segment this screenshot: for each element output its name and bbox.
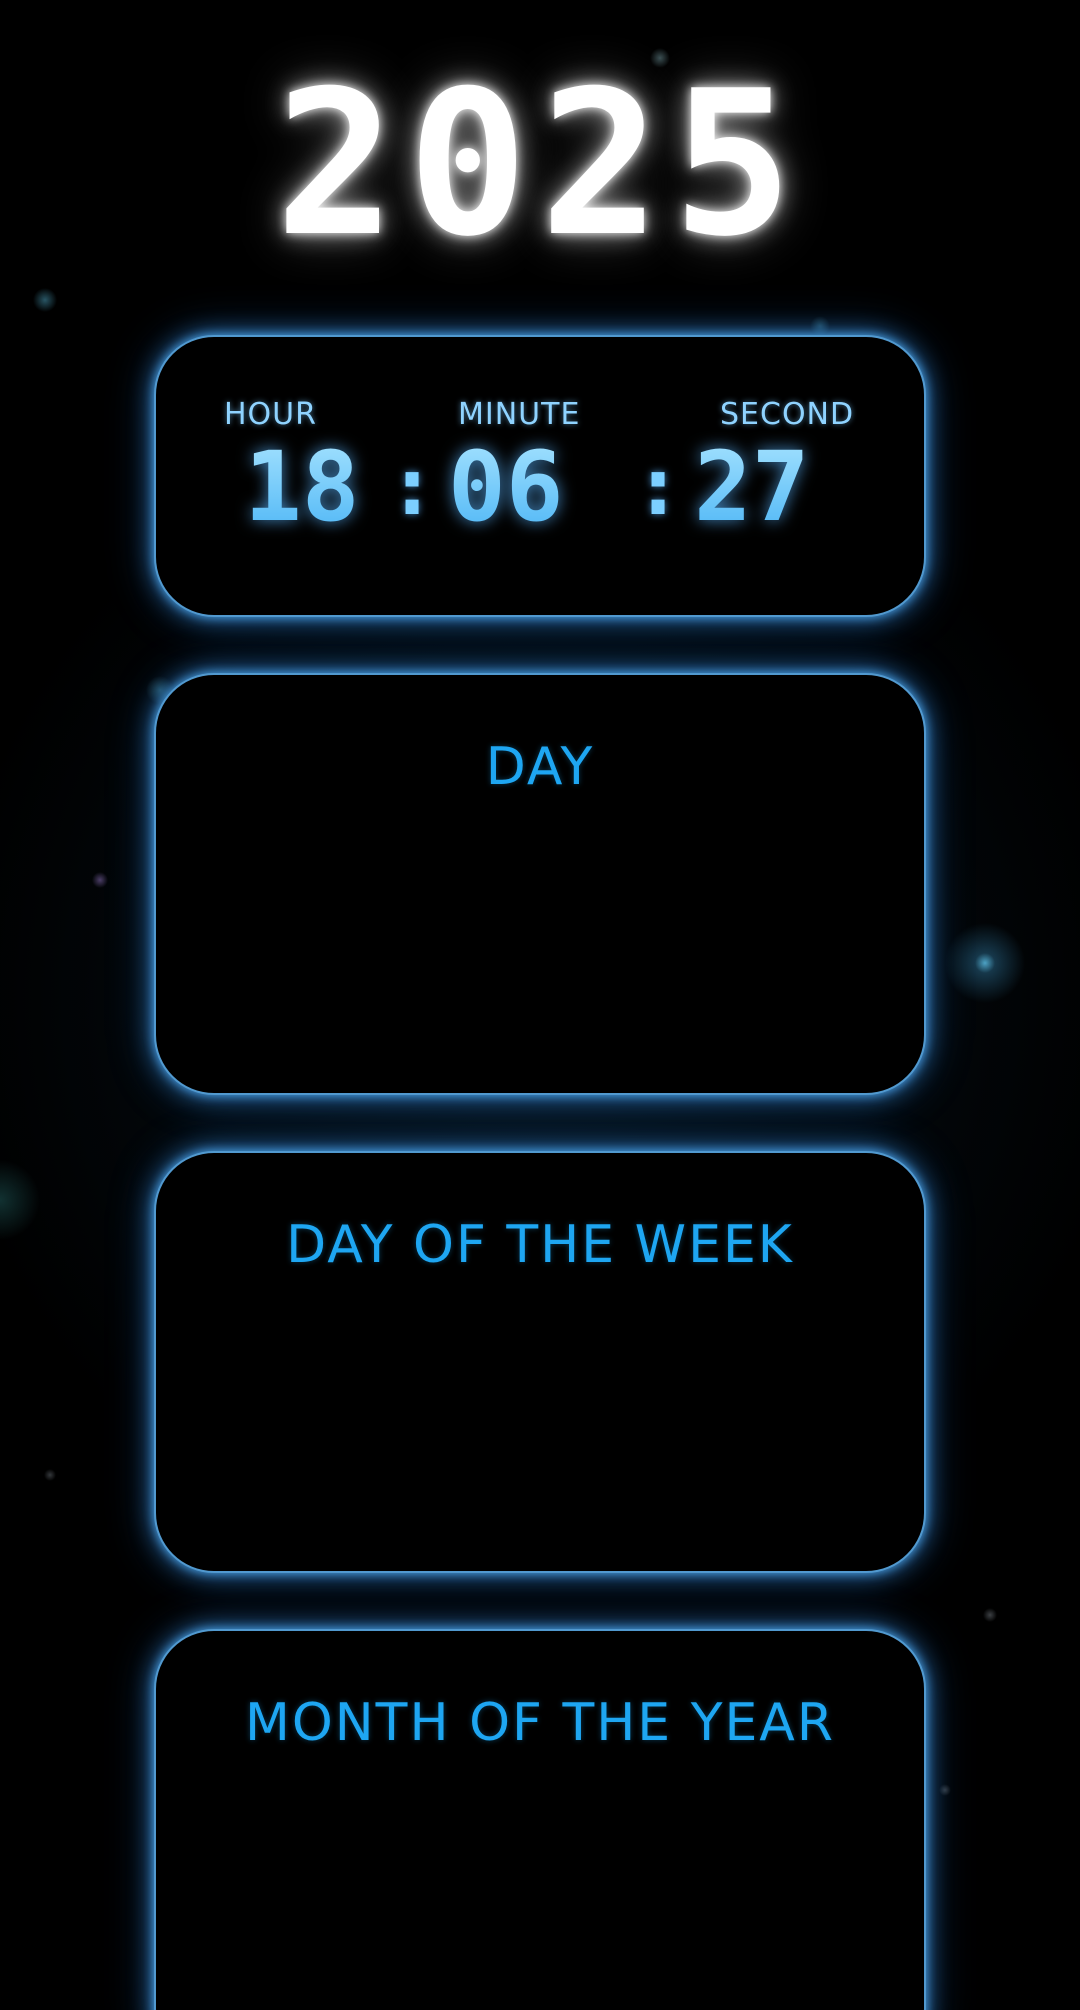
- time-panel: HOUR MINUTE SECOND 18 : 06 : 27: [154, 335, 926, 617]
- minute-label: MINUTE: [458, 397, 581, 432]
- time-separator: :: [634, 440, 683, 533]
- time-separator: :: [388, 440, 437, 533]
- month-panel: MONTH OF THE YEAR: [154, 1629, 926, 2010]
- hour-value: 18: [244, 431, 360, 543]
- day-of-week-panel: DAY OF THE WEEK: [154, 1151, 926, 1573]
- minute-value: 06: [448, 431, 564, 543]
- year-display: 2025: [275, 48, 805, 281]
- day-panel: DAY: [154, 673, 926, 1095]
- hour-label: HOUR: [224, 397, 317, 432]
- day-panel-title: DAY: [485, 737, 595, 797]
- second-label: SECOND: [720, 397, 855, 432]
- second-value: 27: [694, 431, 810, 543]
- month-panel-title: MONTH OF THE YEAR: [244, 1693, 836, 1753]
- day-of-week-panel-title: DAY OF THE WEEK: [286, 1215, 794, 1275]
